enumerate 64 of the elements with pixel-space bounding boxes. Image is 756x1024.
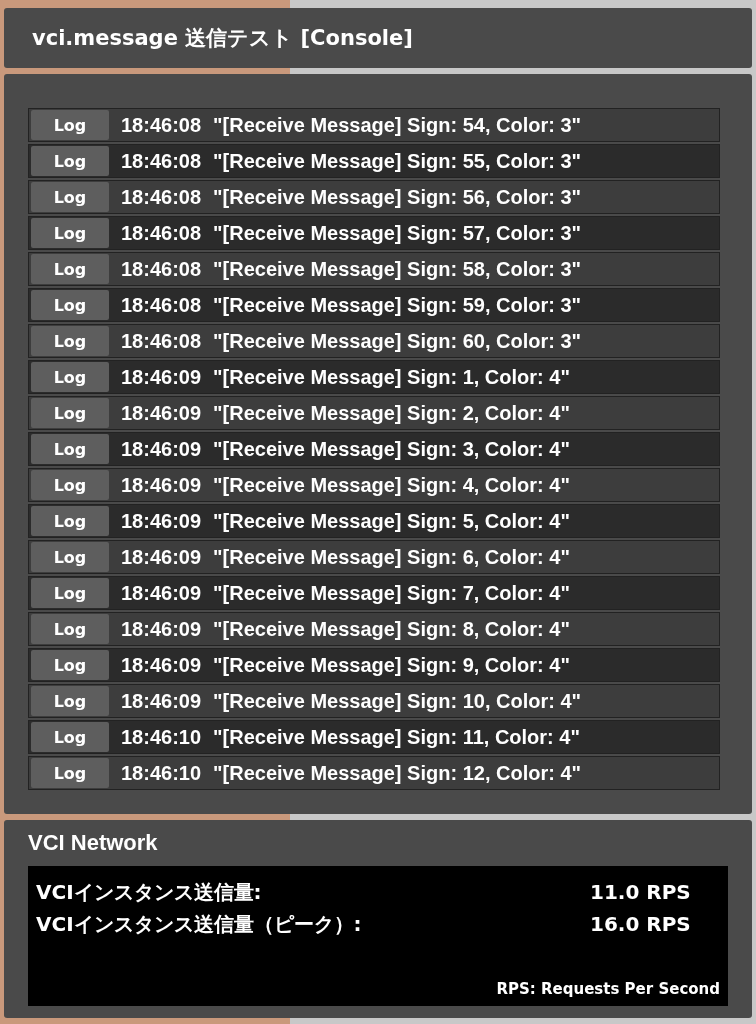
log-button[interactable]: Log — [31, 542, 109, 572]
log-message: "[Receive Message] Sign: 2, Color: 4" — [213, 401, 570, 425]
log-message: "[Receive Message] Sign: 11, Color: 4" — [213, 725, 580, 749]
log-message: "[Receive Message] Sign: 4, Color: 4" — [213, 473, 570, 497]
log-message: "[Receive Message] Sign: 54, Color: 3" — [213, 113, 582, 137]
log-button[interactable]: Log — [31, 722, 109, 752]
log-button[interactable]: Log — [31, 290, 109, 320]
log-time: 18:46:08 — [121, 221, 202, 245]
stat-label: VCIインスタンス送信量（ピーク）: — [36, 910, 363, 938]
log-message: "[Receive Message] Sign: 59, Color: 3" — [213, 293, 582, 317]
log-message: "[Receive Message] Sign: 60, Color: 3" — [213, 329, 582, 353]
log-message: "[Receive Message] Sign: 7, Color: 4" — [213, 581, 570, 605]
log-message: "[Receive Message] Sign: 56, Color: 3" — [213, 185, 582, 209]
log-button[interactable]: Log — [31, 182, 109, 212]
log-time: 18:46:08 — [121, 113, 202, 137]
log-message: "[Receive Message] Sign: 12, Color: 4" — [213, 761, 582, 785]
log-time: 18:46:09 — [121, 401, 202, 425]
log-message: "[Receive Message] Sign: 6, Color: 4" — [213, 545, 570, 569]
log-time: 18:46:09 — [121, 509, 202, 533]
log-button[interactable]: Log — [31, 362, 109, 392]
stat-value: 16.0 RPS — [590, 912, 692, 936]
log-time: 18:46:08 — [121, 293, 202, 317]
log-time: 18:46:09 — [121, 653, 202, 677]
log-message: "[Receive Message] Sign: 58, Color: 3" — [213, 257, 582, 281]
log-time: 18:46:09 — [121, 473, 202, 497]
log-time: 18:46:10 — [121, 761, 202, 785]
log-time: 18:46:08 — [121, 149, 202, 173]
panel-title: VCI Network — [28, 830, 159, 856]
log-time: 18:46:09 — [121, 437, 202, 461]
log-message: "[Receive Message] Sign: 57, Color: 3" — [213, 221, 582, 245]
window-title: vci.message 送信テスト [Console] — [32, 25, 413, 52]
log-message: "[Receive Message] Sign: 5, Color: 4" — [213, 509, 570, 533]
log-button[interactable]: Log — [31, 470, 109, 500]
log-time: 18:46:09 — [121, 545, 202, 569]
log-time: 18:46:09 — [121, 581, 202, 605]
log-message: "[Receive Message] Sign: 1, Color: 4" — [213, 365, 570, 389]
log-message: "[Receive Message] Sign: 3, Color: 4" — [213, 437, 570, 461]
log-time: 18:46:09 — [121, 365, 202, 389]
log-button[interactable]: Log — [31, 146, 109, 176]
log-time: 18:46:08 — [121, 329, 202, 353]
log-button[interactable]: Log — [31, 650, 109, 680]
log-button[interactable]: Log — [31, 398, 109, 428]
footnote: RPS: Requests Per Second — [496, 980, 720, 998]
log-time: 18:46:08 — [121, 185, 202, 209]
stat-label: VCIインスタンス送信量: — [36, 878, 263, 906]
log-button[interactable]: Log — [31, 686, 109, 716]
log-time: 18:46:10 — [121, 725, 202, 749]
log-button[interactable]: Log — [31, 434, 109, 464]
log-button[interactable]: Log — [31, 506, 109, 536]
log-button[interactable]: Log — [31, 758, 109, 788]
log-button[interactable]: Log — [31, 218, 109, 248]
log-button[interactable]: Log — [31, 110, 109, 140]
log-time: 18:46:08 — [121, 257, 202, 281]
log-button[interactable]: Log — [31, 254, 109, 284]
log-time: 18:46:09 — [121, 617, 202, 641]
log-message: "[Receive Message] Sign: 8, Color: 4" — [213, 617, 570, 641]
log-button[interactable]: Log — [31, 326, 109, 356]
log-button[interactable]: Log — [31, 614, 109, 644]
log-time: 18:46:09 — [121, 689, 202, 713]
stat-value: 11.0 RPS — [590, 880, 692, 904]
log-message: "[Receive Message] Sign: 55, Color: 3" — [213, 149, 582, 173]
log-message: "[Receive Message] Sign: 9, Color: 4" — [213, 653, 570, 677]
log-button[interactable]: Log — [31, 578, 109, 608]
log-message: "[Receive Message] Sign: 10, Color: 4" — [213, 689, 582, 713]
